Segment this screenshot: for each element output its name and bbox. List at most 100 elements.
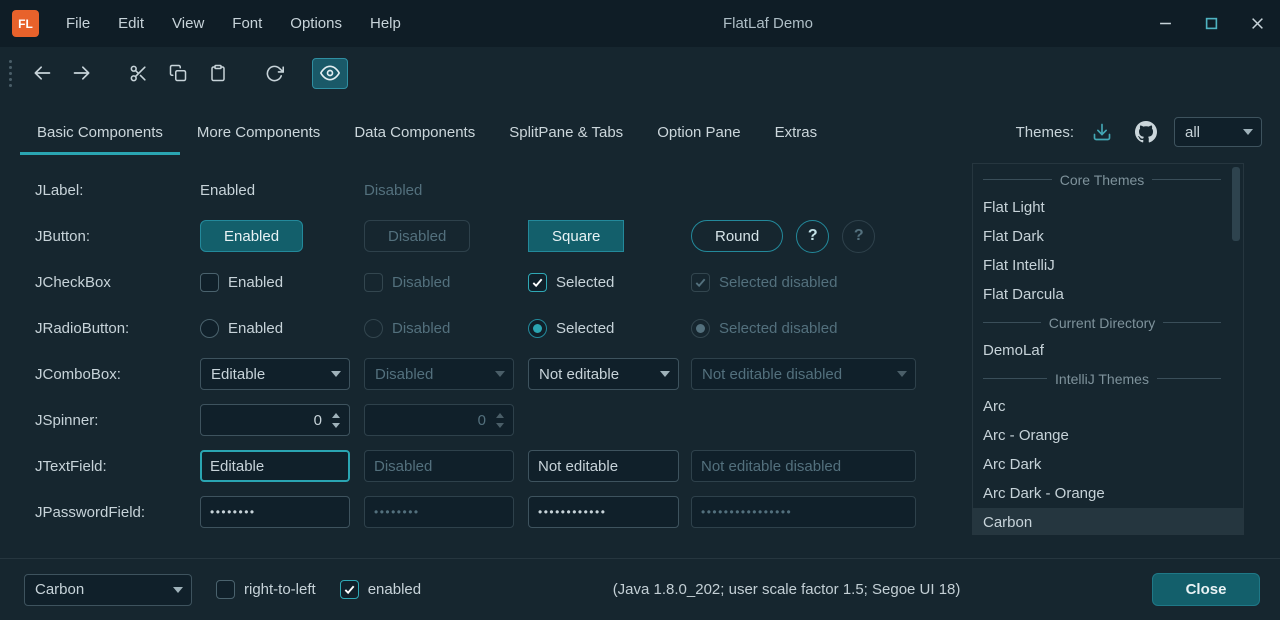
forward-icon[interactable]: [64, 58, 100, 89]
close-icon[interactable]: [1234, 0, 1280, 47]
combobox-disabled: Disabled: [364, 358, 514, 390]
checkbox-checked-icon: [691, 273, 710, 292]
row-label-jtextfield: JTextField:: [35, 458, 200, 475]
checkbox-selected[interactable]: Selected: [528, 273, 614, 292]
tab-splitpane-tabs[interactable]: SplitPane & Tabs: [492, 109, 640, 155]
enabled-button[interactable]: Enabled: [200, 220, 303, 252]
passwordfield-not-editable-disabled: ••••••••••••••••: [691, 496, 916, 528]
passwordfield-not-editable[interactable]: ••••••••••••: [528, 496, 679, 528]
passwordfield-editable[interactable]: ••••••••: [200, 496, 350, 528]
combobox-editable[interactable]: Editable: [200, 358, 350, 390]
checkbox-checked-icon: [528, 273, 547, 292]
eye-icon[interactable]: [312, 58, 348, 89]
menu-font[interactable]: Font: [218, 0, 276, 47]
checkbox-icon: [200, 273, 219, 292]
help-button-disabled: ?: [842, 220, 875, 253]
tab-bar: Basic Components More Components Data Co…: [20, 109, 834, 155]
row-label-jbutton: JButton:: [35, 228, 200, 245]
close-button[interactable]: Close: [1152, 573, 1260, 606]
spinner-enabled[interactable]: 0: [200, 404, 350, 436]
row-jbutton: JButton: Enabled Disabled Square Round ?…: [35, 213, 972, 259]
list-separator-core-themes: Core Themes: [973, 166, 1243, 193]
tab-data-components[interactable]: Data Components: [337, 109, 492, 155]
themes-list: Core Themes Flat Light Flat Dark Flat In…: [972, 163, 1244, 535]
basic-components-panel: JLabel: Enabled Disabled JButton: Enable…: [0, 155, 972, 558]
radio-selected-icon: [528, 319, 547, 338]
menu-options[interactable]: Options: [276, 0, 356, 47]
copy-icon[interactable]: [160, 58, 196, 89]
theme-item-carbon[interactable]: Carbon: [973, 508, 1243, 535]
combobox-not-editable[interactable]: Not editable: [528, 358, 679, 390]
statusbar: Carbon right-to-left enabled (Java 1.8.0…: [0, 558, 1280, 620]
row-label-jlabel: JLabel:: [35, 182, 200, 199]
themes-label: Themes:: [1016, 124, 1074, 141]
tab-more-components[interactable]: More Components: [180, 109, 337, 155]
theme-item-flat-darcula[interactable]: Flat Darcula: [973, 280, 1243, 309]
checkbox-disabled: Disabled: [364, 273, 450, 292]
theme-item-flat-intellij[interactable]: Flat IntelliJ: [973, 251, 1243, 280]
back-icon[interactable]: [24, 58, 60, 89]
combobox-not-editable-value: Not editable: [539, 366, 652, 383]
themes-scrollbar[interactable]: [1230, 165, 1242, 533]
maximize-icon[interactable]: [1188, 0, 1234, 47]
chevron-down-icon: [165, 587, 191, 593]
menu-view[interactable]: View: [158, 0, 218, 47]
toolbar-grip[interactable]: [9, 60, 12, 87]
refresh-icon[interactable]: [256, 58, 292, 89]
theme-item-arc-dark-orange[interactable]: Arc Dark - Orange: [973, 479, 1243, 508]
chevron-down-icon: [1235, 129, 1261, 135]
right-to-left-label: right-to-left: [244, 581, 316, 598]
radio-enabled[interactable]: Enabled: [200, 319, 283, 338]
tab-option-pane[interactable]: Option Pane: [640, 109, 757, 155]
radio-selected-disabled: Selected disabled: [691, 319, 837, 338]
minimize-icon[interactable]: [1142, 0, 1188, 47]
textfield-not-editable[interactable]: Not editable: [528, 450, 679, 482]
window-controls: [1142, 0, 1280, 47]
menu-edit[interactable]: Edit: [104, 0, 158, 47]
radio-selected[interactable]: Selected: [528, 319, 614, 338]
radio-disabled: Disabled: [364, 319, 450, 338]
help-button[interactable]: ?: [796, 220, 829, 253]
row-jradiobutton: JRadioButton: Enabled Disabled: [35, 305, 972, 351]
right-to-left-checkbox[interactable]: right-to-left: [216, 580, 316, 599]
tab-row: Basic Components More Components Data Co…: [0, 99, 1280, 155]
theme-item-demolaf[interactable]: DemoLaf: [973, 336, 1243, 365]
checkbox-selected-disabled: Selected disabled: [691, 273, 837, 292]
list-separator-current-directory: Current Directory: [973, 309, 1243, 336]
square-button[interactable]: Square: [528, 220, 624, 252]
enabled-checkbox[interactable]: enabled: [340, 580, 421, 599]
textfield-disabled: Disabled: [364, 450, 514, 482]
tab-basic-components[interactable]: Basic Components: [20, 109, 180, 155]
theme-item-flat-dark[interactable]: Flat Dark: [973, 222, 1243, 251]
disabled-button: Disabled: [364, 220, 470, 252]
spinner-value[interactable]: 0: [201, 412, 332, 429]
theme-item-arc[interactable]: Arc: [973, 392, 1243, 421]
theme-item-arc-orange[interactable]: Arc - Orange: [973, 421, 1243, 450]
theme-filter-combobox[interactable]: all: [1174, 117, 1262, 147]
menu-help[interactable]: Help: [356, 0, 415, 47]
spinner-arrows[interactable]: [332, 413, 349, 428]
app-logo: FL: [12, 10, 39, 37]
toolbar: [0, 47, 1280, 99]
cut-icon[interactable]: [120, 58, 156, 89]
menu-file[interactable]: File: [52, 0, 104, 47]
checkbox-selected-disabled-label: Selected disabled: [719, 274, 837, 291]
theme-item-flat-light[interactable]: Flat Light: [973, 193, 1243, 222]
theme-item-arc-dark[interactable]: Arc Dark: [973, 450, 1243, 479]
checkbox-enabled[interactable]: Enabled: [200, 273, 283, 292]
github-icon[interactable]: [1130, 117, 1162, 147]
textfield-editable[interactable]: Editable: [200, 450, 350, 482]
paste-icon[interactable]: [200, 58, 236, 89]
spinner-disabled-value: 0: [365, 412, 496, 429]
radio-icon: [200, 319, 219, 338]
jlabel-disabled: Disabled: [364, 182, 422, 199]
scrollbar-thumb[interactable]: [1232, 167, 1240, 241]
round-button[interactable]: Round: [691, 220, 783, 252]
window-title: FlatLaf Demo: [400, 15, 1136, 32]
tab-extras[interactable]: Extras: [758, 109, 835, 155]
statusbar-theme-combobox[interactable]: Carbon: [24, 574, 192, 606]
spinner-disabled: 0: [364, 404, 514, 436]
combobox-not-editable-disabled: Not editable disabled: [691, 358, 916, 390]
download-icon[interactable]: [1086, 117, 1118, 147]
radio-disabled-label: Disabled: [392, 320, 450, 337]
